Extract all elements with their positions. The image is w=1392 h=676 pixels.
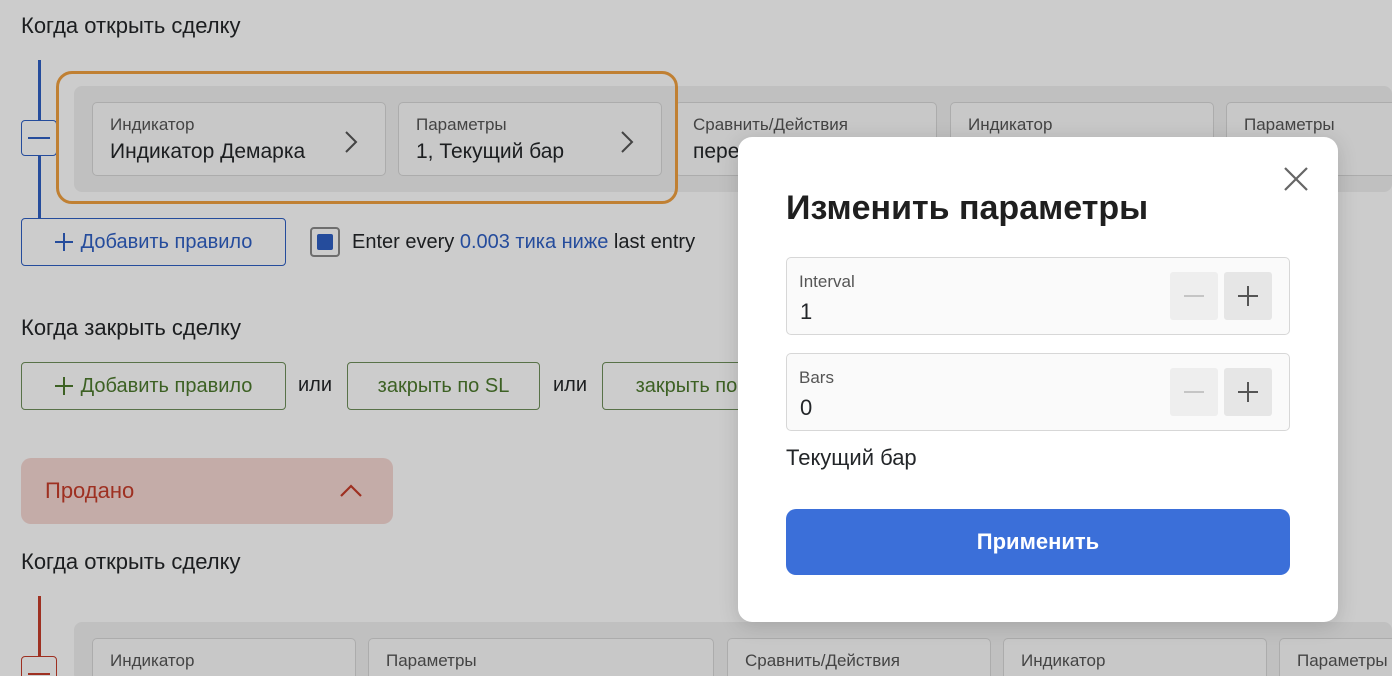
bars-label: Bars	[799, 368, 834, 387]
bars-increment-button[interactable]	[1224, 368, 1272, 416]
interval-field[interactable]: Interval 1	[786, 257, 1290, 335]
edit-params-modal: Изменить параметры Interval 1 Bars 0 Тек…	[738, 137, 1338, 622]
bars-field[interactable]: Bars 0	[786, 353, 1290, 431]
interval-decrement-button[interactable]	[1170, 272, 1218, 320]
bars-decrement-button[interactable]	[1170, 368, 1218, 416]
interval-value[interactable]: 1	[800, 299, 812, 325]
bars-hint: Текущий бар	[786, 445, 917, 470]
bars-value[interactable]: 0	[800, 395, 812, 421]
interval-increment-button[interactable]	[1224, 272, 1272, 320]
interval-label: Interval	[799, 272, 855, 291]
modal-title: Изменить параметры	[786, 189, 1149, 227]
close-icon[interactable]	[1282, 165, 1310, 193]
apply-button[interactable]: Применить	[786, 509, 1290, 575]
